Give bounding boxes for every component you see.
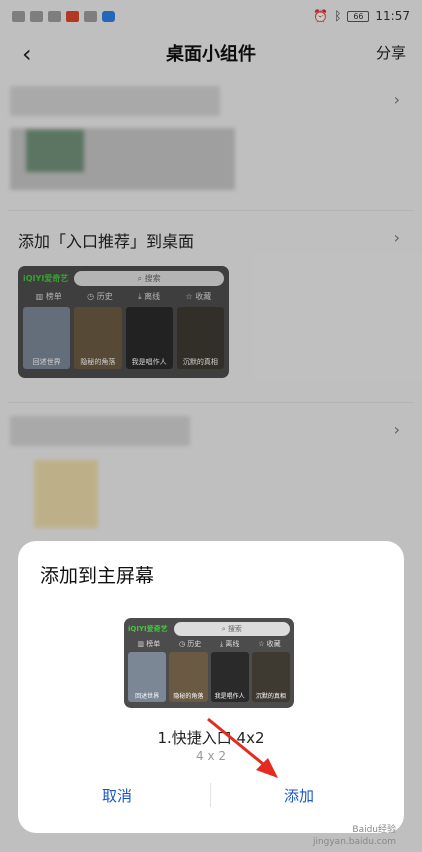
watermark: Baidu经验 jingyan.baidu.com — [312, 825, 396, 847]
annotation-arrow-icon — [207, 717, 278, 778]
